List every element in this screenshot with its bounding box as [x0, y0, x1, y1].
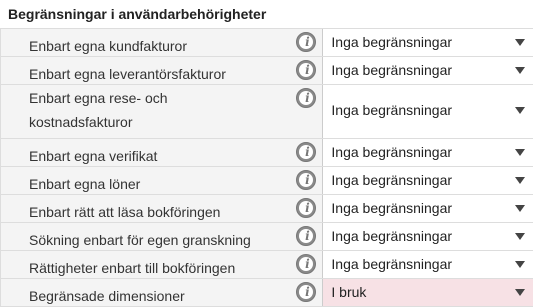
- restriction-select[interactable]: Inga begränsningar: [322, 85, 533, 138]
- restriction-label: Enbart egna rese- och kostnadsfakturor: [29, 90, 168, 130]
- label-cell: Enbart egna leverantörsfakturor i: [0, 57, 323, 84]
- restriction-label: Enbart egna kundfakturor: [29, 38, 187, 54]
- info-icon[interactable]: i: [296, 88, 317, 108]
- select-value: Inga begränsningar: [331, 62, 453, 78]
- info-icon[interactable]: i: [296, 254, 317, 274]
- info-icon[interactable]: i: [296, 170, 317, 190]
- restriction-label: Sökning enbart för egen granskning: [29, 232, 251, 248]
- restriction-select[interactable]: Inga begränsningar: [322, 167, 533, 194]
- chevron-down-icon: [515, 205, 525, 212]
- label-cell: Sökning enbart för egen granskning i: [0, 223, 323, 250]
- restriction-select[interactable]: I bruk: [322, 279, 533, 306]
- label-cell: Enbart rätt att läsa bokföringen i: [0, 195, 323, 222]
- restriction-select[interactable]: Inga begränsningar: [322, 223, 533, 250]
- select-value: Inga begränsningar: [331, 144, 453, 160]
- restriction-row-own-customer-invoices: Enbart egna kundfakturor i Inga begränsn…: [0, 29, 533, 57]
- restriction-row-own-travel-expense-invoices: Enbart egna rese- och kostnadsfakturor i…: [0, 85, 533, 139]
- select-value: Inga begränsningar: [331, 256, 453, 272]
- info-icon[interactable]: i: [296, 282, 317, 302]
- chevron-down-icon: [515, 289, 525, 296]
- info-icon[interactable]: i: [296, 198, 317, 218]
- label-cell: Rättigheter enbart till bokföringen i: [0, 251, 323, 278]
- restriction-label: Enbart egna leverantörsfakturor: [29, 66, 226, 82]
- info-icon[interactable]: i: [296, 32, 317, 52]
- label-cell: Enbart egna rese- och kostnadsfakturor i: [0, 85, 323, 138]
- restriction-row-read-only-bookkeeping: Enbart rätt att läsa bokföringen i Inga …: [0, 195, 533, 223]
- section-title: Begränsningar i användarbehörigheter: [8, 6, 267, 22]
- restriction-select[interactable]: Inga begränsningar: [322, 29, 533, 56]
- restriction-select[interactable]: Inga begränsningar: [322, 251, 533, 278]
- restriction-row-own-vouchers: Enbart egna verifikat i Inga begränsning…: [0, 139, 533, 167]
- select-value: Inga begränsningar: [331, 102, 453, 118]
- info-icon[interactable]: i: [296, 60, 317, 80]
- select-value: Inga begränsningar: [331, 200, 453, 216]
- restriction-select[interactable]: Inga begränsningar: [322, 57, 533, 84]
- restriction-row-own-supplier-invoices: Enbart egna leverantörsfakturor i Inga b…: [0, 57, 533, 85]
- label-cell: Enbart egna kundfakturor i: [0, 29, 323, 56]
- restriction-row-bookkeeping-only: Rättigheter enbart till bokföringen i In…: [0, 251, 533, 279]
- restriction-label: Enbart egna verifikat: [29, 148, 158, 164]
- select-value: Inga begränsningar: [331, 228, 453, 244]
- restriction-row-search-own-review: Sökning enbart för egen granskning i Ing…: [0, 223, 533, 251]
- chevron-down-icon: [515, 39, 525, 46]
- label-cell: Enbart egna löner i: [0, 167, 323, 194]
- restriction-label: Enbart egna löner: [29, 176, 141, 192]
- restrictions-table: Enbart egna kundfakturor i Inga begränsn…: [0, 28, 533, 307]
- info-icon[interactable]: i: [296, 226, 317, 246]
- restriction-row-own-salaries: Enbart egna löner i Inga begränsningar: [0, 167, 533, 195]
- restriction-select[interactable]: Inga begränsningar: [322, 139, 533, 166]
- chevron-down-icon: [515, 149, 525, 156]
- restriction-select[interactable]: Inga begränsningar: [322, 195, 533, 222]
- restriction-row-limited-dimensions: Begränsade dimensioner i I bruk: [0, 279, 533, 307]
- label-cell: Enbart egna verifikat i: [0, 139, 323, 166]
- chevron-down-icon: [515, 107, 525, 114]
- label-cell: Begränsade dimensioner i: [0, 279, 323, 306]
- select-value: Inga begränsningar: [331, 34, 453, 50]
- restriction-label: Rättigheter enbart till bokföringen: [29, 260, 236, 276]
- chevron-down-icon: [515, 261, 525, 268]
- restriction-label: Enbart rätt att läsa bokföringen: [29, 204, 221, 220]
- info-icon[interactable]: i: [296, 142, 317, 162]
- select-value: I bruk: [331, 284, 367, 300]
- restriction-label: Begränsade dimensioner: [29, 288, 185, 304]
- chevron-down-icon: [515, 233, 525, 240]
- chevron-down-icon: [515, 67, 525, 74]
- select-value: Inga begränsningar: [331, 172, 453, 188]
- chevron-down-icon: [515, 177, 525, 184]
